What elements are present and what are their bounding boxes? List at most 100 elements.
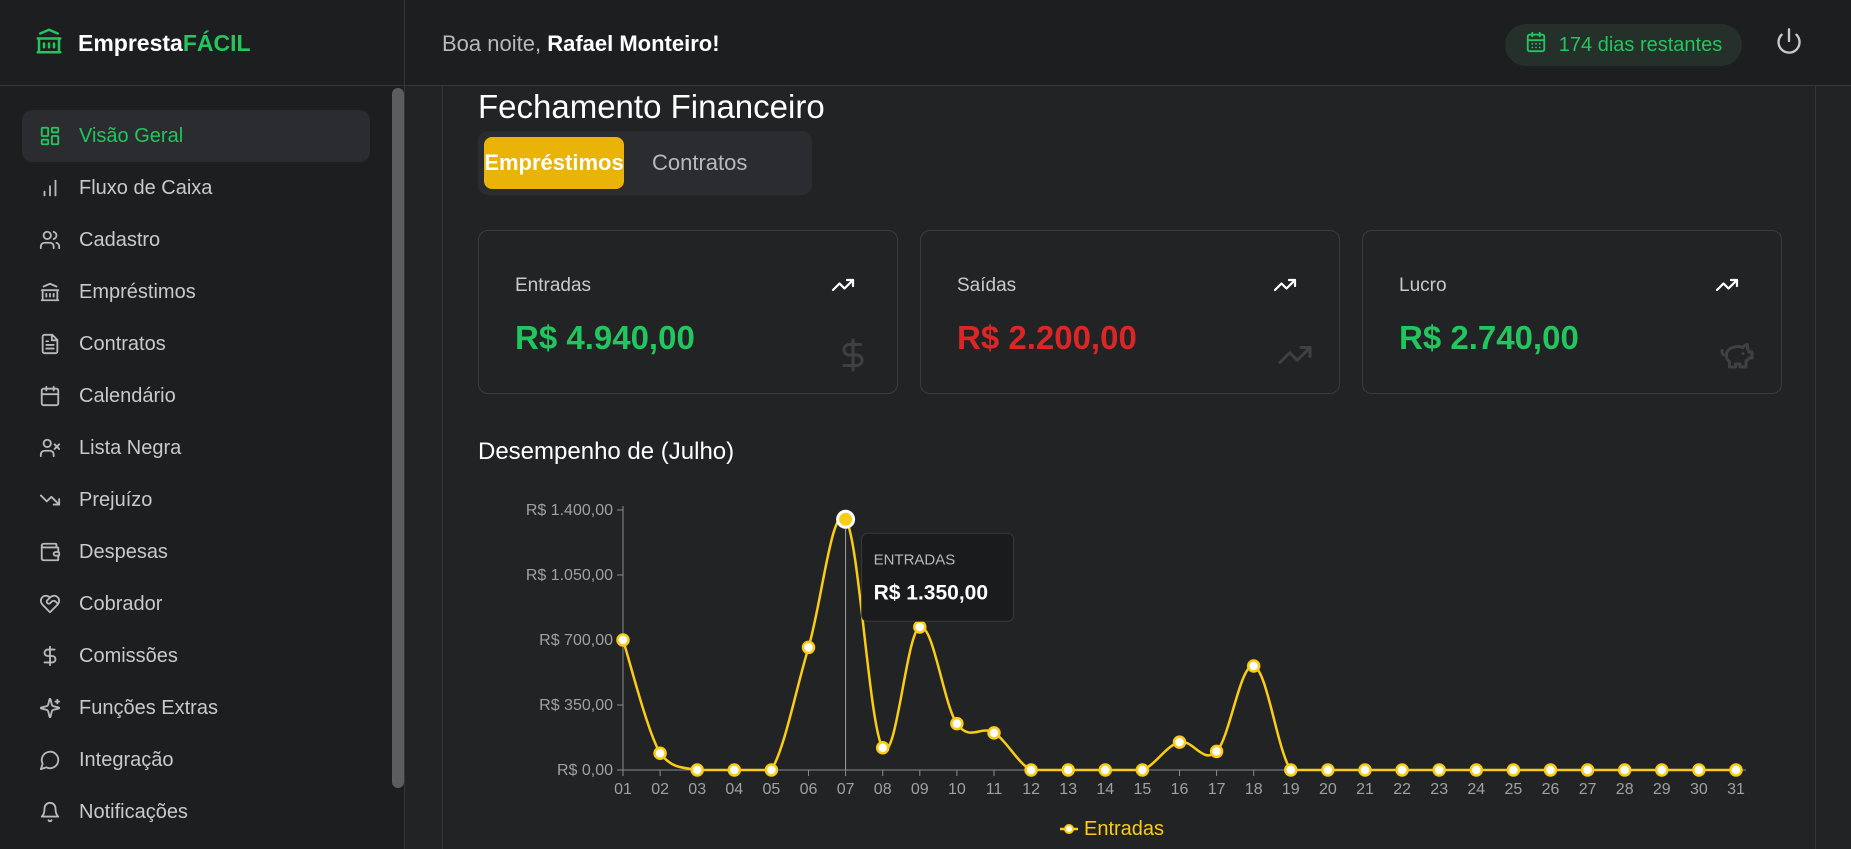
data-point (913, 620, 927, 634)
sidebar-item-label: Despesas (79, 540, 168, 563)
sparkles-icon (39, 697, 61, 719)
card-label: Entradas (515, 275, 592, 296)
data-point (653, 746, 667, 761)
data-point (764, 763, 779, 777)
dollar-icon (39, 645, 61, 667)
x-tick-label: 20 (1319, 781, 1337, 798)
chart-title: Desempenho de (Julho) (478, 438, 735, 465)
x-tick-label: 05 (763, 781, 781, 798)
sidebar-item-contratos[interactable]: Contratos (22, 318, 370, 370)
card-saidas: Saídas R$ 2.200,00 (920, 230, 1340, 394)
data-point (950, 716, 964, 731)
x-tick-label: 15 (1134, 781, 1152, 798)
y-tick-label: R$ 700,00 (539, 632, 613, 649)
sidebar-item-label: Integração (79, 748, 174, 771)
x-tick-label: 13 (1059, 781, 1077, 798)
data-point (1172, 735, 1187, 749)
bar-chart-icon (39, 177, 61, 199)
data-point (727, 763, 742, 777)
data-point (875, 740, 890, 755)
user-x-icon (39, 437, 61, 459)
data-point (616, 633, 630, 647)
y-tick-label: R$ 0,00 (557, 762, 613, 779)
x-tick-label: 06 (800, 781, 818, 798)
sidebar-item-label: Comissões (79, 644, 178, 667)
data-point (1284, 763, 1298, 777)
trending-up-icon (1715, 273, 1739, 302)
bank-logo-icon (34, 26, 64, 61)
sidebar-item-cadastro[interactable]: Cadastro (22, 214, 370, 266)
trending-up-icon (1273, 273, 1297, 302)
legend-label-entradas: Entradas (1084, 818, 1164, 840)
sidebar-item-integracao[interactable]: Integração (22, 734, 370, 786)
x-tick-label: 22 (1393, 781, 1411, 798)
piggy-bank-icon (1719, 337, 1755, 378)
x-tick-label: 29 (1653, 781, 1671, 798)
data-point (690, 763, 704, 777)
sidebar-item-calendario[interactable]: Calendário (22, 370, 370, 422)
x-tick-label: 21 (1356, 781, 1374, 798)
x-tick-label: 03 (688, 781, 706, 798)
sidebar-item-label: Prejuízo (79, 488, 153, 511)
tooltip-box (861, 532, 1015, 622)
x-tick-label: 19 (1282, 781, 1300, 798)
sidebar-item-visao-geral[interactable]: Visão Geral (22, 110, 370, 162)
x-tick-label: 12 (1022, 781, 1040, 798)
logout-button[interactable] (1772, 26, 1806, 60)
x-tick-label: 02 (651, 781, 669, 798)
calendar-icon (39, 385, 61, 407)
sidebar-item-cobrador[interactable]: Cobrador (22, 578, 370, 630)
data-point (1098, 763, 1113, 777)
tooltip-value: R$ 1.350,00 (874, 581, 988, 604)
sidebar-item-lista-negra[interactable]: Lista Negra (22, 422, 370, 474)
sidebar-item-prejuizo[interactable]: Prejuízo (22, 474, 370, 526)
card-value: R$ 4.940,00 (515, 319, 695, 356)
sidebar-item-label: Notificações (79, 800, 188, 823)
x-tick-label: 18 (1245, 781, 1263, 798)
data-point (1135, 763, 1150, 777)
subscription-days-badge[interactable]: 174 dias restantes (1505, 24, 1742, 66)
data-point (1692, 763, 1706, 777)
data-point (1432, 763, 1446, 777)
user-name: Rafael Monteiro! (547, 31, 720, 56)
calendar-icon (1525, 31, 1547, 59)
trending-down-icon (39, 489, 61, 511)
tab-contratos[interactable]: Contratos (634, 137, 765, 189)
legend-point-swatch (1064, 824, 1074, 834)
sidebar-item-label: Calendário (79, 384, 176, 407)
x-tick-label: 26 (1542, 781, 1560, 798)
data-point (801, 640, 816, 655)
tab-emprestimos[interactable]: Empréstimos (484, 137, 624, 189)
sidebar-item-comissoes[interactable]: Comissões (22, 630, 370, 682)
sidebar: Visão Geral Fluxo de Caixa Cadastro Emprést… (0, 86, 405, 849)
x-tick-label: 24 (1467, 781, 1485, 798)
sidebar-item-label: Funções Extras (79, 696, 218, 719)
tooltip-label: ENTRADAS (874, 551, 956, 568)
x-tick-label: 10 (948, 781, 966, 798)
greeting-text: Boa noite, (442, 31, 542, 56)
x-tick-label: 30 (1690, 781, 1708, 798)
brand[interactable]: EmprestaFÁCIL (0, 0, 405, 86)
document-icon (39, 333, 61, 355)
x-tick-label: 16 (1171, 781, 1189, 798)
sidebar-item-label: Cobrador (79, 592, 163, 615)
top-bar: EmprestaFÁCIL Boa noite, Rafael Monteiro… (0, 0, 1851, 86)
data-point (1506, 763, 1521, 777)
x-tick-label: 27 (1579, 781, 1597, 798)
sidebar-item-despesas[interactable]: Despesas (22, 526, 370, 578)
x-tick-label: 28 (1616, 781, 1634, 798)
data-point (1655, 763, 1669, 777)
sidebar-item-funcoes-extras[interactable]: Funções Extras (22, 682, 370, 734)
data-point (1580, 763, 1595, 777)
data-point (1209, 744, 1224, 759)
data-point (1246, 659, 1261, 673)
sidebar-item-label: Visão Geral (79, 124, 184, 147)
x-tick-label: 14 (1096, 781, 1114, 798)
sidebar-item-label: Empréstimos (79, 280, 196, 303)
sidebar-item-emprestimos[interactable]: Empréstimos (22, 266, 370, 318)
sidebar-item-notificacoes[interactable]: Notificações (22, 786, 370, 838)
sidebar-item-fluxo-de-caixa[interactable]: Fluxo de Caixa (22, 162, 370, 214)
sidebar-scrollbar[interactable] (392, 88, 404, 788)
sidebar-item-label: Lista Negra (79, 436, 182, 459)
dashboard-icon (39, 125, 61, 147)
